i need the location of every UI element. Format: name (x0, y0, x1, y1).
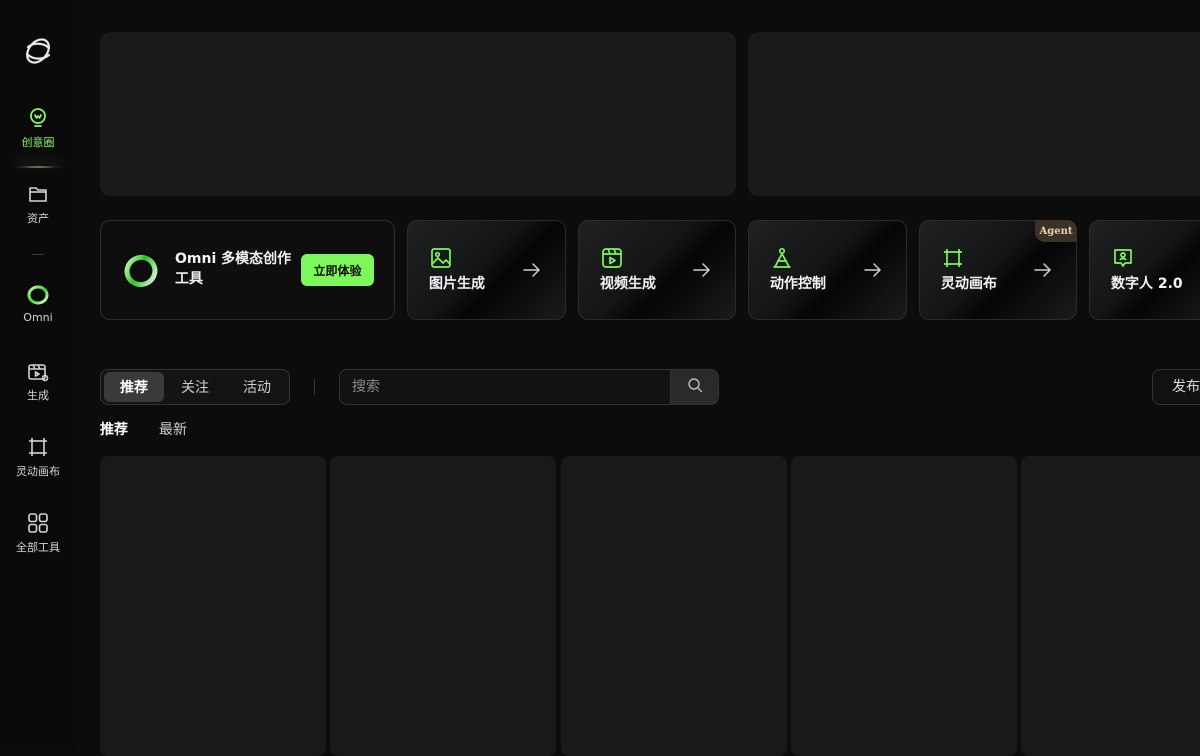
search-button[interactable] (670, 370, 718, 404)
tab-recommend[interactable]: 推荐 (104, 372, 164, 402)
sidebar-item-assets[interactable]: 资产 (0, 182, 76, 244)
feed-card[interactable] (1021, 456, 1200, 756)
tool-card-video[interactable]: 视频生成 (578, 220, 736, 320)
publish-button[interactable]: 发布 (1152, 369, 1200, 405)
app-logo[interactable] (22, 34, 54, 68)
search-icon (687, 377, 703, 397)
arrow-right-icon (1034, 261, 1052, 279)
sidebar-item-label: 全部工具 (16, 541, 60, 554)
folder-icon (26, 182, 50, 206)
omni-ring-icon (123, 253, 159, 289)
arrow-right-icon (523, 261, 541, 279)
omni-title: Omni 多模态创作工具 (175, 251, 292, 287)
sidebar-item-label: Omni (23, 311, 53, 324)
feed-tabs: 推荐 关注 活动 (100, 369, 290, 405)
tool-card-motion[interactable]: 动作控制 (748, 220, 907, 320)
banner-left[interactable] (100, 32, 736, 196)
digital-human-icon (1112, 247, 1134, 269)
banner-right[interactable] (748, 32, 1200, 196)
sidebar: 创意圈 资产 Omni 生成 灵动画布 全部工具 (0, 0, 76, 750)
image-icon (430, 247, 452, 269)
arrow-right-icon (864, 261, 882, 279)
clapper-icon (26, 359, 50, 383)
tool-card-canvas[interactable]: 灵动画布 Agent (919, 220, 1077, 320)
tool-label: 图片生成 (429, 276, 485, 292)
bulb-icon (26, 106, 50, 130)
sort-tab-latest[interactable]: 最新 (159, 419, 187, 439)
tab-following[interactable]: 关注 (165, 372, 225, 402)
omni-promo-card[interactable]: Omni 多模态创作工具 立即体验 (100, 220, 395, 320)
sidebar-item-canvas[interactable]: 灵动画布 (0, 435, 76, 497)
try-now-button[interactable]: 立即体验 (301, 254, 374, 286)
sidebar-item-label: 资产 (27, 212, 49, 225)
video-icon (601, 247, 623, 269)
feed-card[interactable] (330, 456, 556, 756)
tool-label: 灵动画布 (941, 276, 997, 292)
tool-label: 视频生成 (600, 276, 656, 292)
grid-icon (26, 511, 50, 535)
agent-badge: Agent (1035, 220, 1077, 242)
feed-card[interactable] (791, 456, 1017, 756)
tool-label: 动作控制 (770, 276, 826, 292)
tool-label: 数字人 2.0 (1111, 276, 1183, 292)
search-box (339, 369, 719, 405)
sidebar-item-all-tools[interactable]: 全部工具 (0, 511, 76, 573)
tab-events[interactable]: 活动 (227, 372, 287, 402)
frame-icon (942, 247, 964, 269)
sidebar-item-label: 生成 (27, 389, 49, 402)
figure-icon (771, 247, 793, 269)
arrow-right-icon (693, 261, 711, 279)
sidebar-item-label: 创意圈 (21, 136, 55, 149)
sidebar-item-omni[interactable]: Omni (0, 283, 76, 345)
divider (314, 379, 315, 395)
feed-card[interactable] (100, 456, 326, 756)
feed-card[interactable] (561, 456, 787, 756)
omni-ring-icon (26, 283, 50, 307)
frame-icon (26, 435, 50, 459)
divider (32, 254, 44, 255)
search-input[interactable] (352, 370, 662, 404)
sidebar-item-generate[interactable]: 生成 (0, 359, 76, 421)
tool-card-digital-human[interactable]: 数字人 2.0 (1089, 220, 1200, 320)
sidebar-item-creative[interactable]: 创意圈 (0, 106, 76, 168)
sort-tab-recommend[interactable]: 推荐 (100, 419, 128, 439)
tool-card-image[interactable]: 图片生成 (407, 220, 566, 320)
sidebar-item-label: 灵动画布 (16, 465, 60, 478)
